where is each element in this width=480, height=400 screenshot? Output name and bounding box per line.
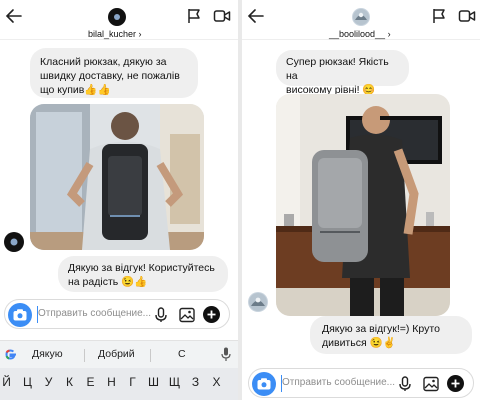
keyboard-suggestions: Дякую Добрий С: [0, 340, 238, 368]
camera-button[interactable]: [8, 303, 32, 327]
flag-icon[interactable]: [430, 7, 448, 25]
message-composer[interactable]: Отправить сообщение...: [4, 299, 230, 329]
left-chat-screen: bilal_kucher › Класний рюкзак, дякую за …: [0, 0, 238, 400]
header-username[interactable]: bilal_kucher ›: [88, 29, 142, 39]
chat-header: __boolilood__ ›: [242, 0, 480, 40]
camera-button[interactable]: [252, 372, 276, 396]
camera-icon: [257, 378, 271, 390]
key[interactable]: З: [186, 375, 205, 389]
key[interactable]: Й: [0, 375, 16, 389]
suggestion-2[interactable]: Добрий: [98, 348, 135, 360]
suggestion-divider: [150, 349, 151, 362]
suggestion-divider: [84, 349, 85, 362]
header-username[interactable]: __boolilood__ ›: [329, 29, 391, 39]
gallery-icon[interactable]: [423, 376, 439, 392]
key[interactable]: К: [60, 375, 79, 389]
video-camera-icon[interactable]: [213, 7, 231, 25]
shared-photo-backpack[interactable]: [276, 94, 450, 316]
key[interactable]: У: [39, 375, 58, 389]
gallery-icon[interactable]: [179, 307, 195, 323]
incoming-message[interactable]: Класний рюкзак, дякую за швидку доставку…: [30, 48, 198, 98]
outgoing-message[interactable]: Дякую за відгук!=) Круто дивиться 😉✌: [310, 316, 472, 354]
suggestion-3[interactable]: С: [178, 348, 186, 360]
camera-icon: [13, 309, 27, 321]
key[interactable]: Ш: [144, 375, 163, 389]
key[interactable]: Х: [207, 375, 226, 389]
keyboard-mic-icon[interactable]: [221, 347, 231, 362]
shared-photo-backpack[interactable]: [30, 104, 204, 250]
outgoing-message[interactable]: Дякую за відгук! Користуйтесь на радість…: [58, 256, 228, 292]
google-g-icon[interactable]: [3, 347, 18, 362]
header-avatar[interactable]: [352, 8, 370, 26]
keyboard-row: Й Ц У К Е Н Г Ш Щ З Х: [0, 368, 238, 400]
suggestion-1[interactable]: Дякую: [32, 348, 63, 360]
key[interactable]: Е: [81, 375, 100, 389]
plus-button[interactable]: [447, 375, 464, 392]
flag-icon[interactable]: [185, 7, 203, 25]
video-camera-icon[interactable]: [458, 7, 476, 25]
chat-header: bilal_kucher ›: [0, 0, 238, 40]
back-arrow-icon[interactable]: [4, 6, 24, 26]
back-arrow-icon[interactable]: [246, 6, 266, 26]
key[interactable]: Н: [102, 375, 121, 389]
right-chat-screen: __boolilood__ › Супер рюкзак! Якість на …: [242, 0, 480, 400]
key[interactable]: Щ: [165, 375, 184, 389]
message-input[interactable]: Отправить сообщение...: [282, 377, 395, 388]
sender-avatar[interactable]: [4, 232, 24, 252]
incoming-message[interactable]: Супер рюкзак! Якість на високому рівні! …: [276, 50, 409, 96]
key[interactable]: Г: [123, 375, 142, 389]
plus-icon: [207, 310, 216, 319]
message-composer[interactable]: Отправить сообщение...: [248, 368, 474, 398]
message-input[interactable]: Отправить сообщение...: [38, 308, 151, 319]
plus-button[interactable]: [203, 306, 220, 323]
sender-avatar[interactable]: [248, 292, 268, 312]
key[interactable]: Ц: [18, 375, 37, 389]
microphone-icon[interactable]: [153, 307, 169, 323]
microphone-icon[interactable]: [397, 376, 413, 392]
plus-icon: [451, 379, 460, 388]
header-avatar[interactable]: [108, 8, 126, 26]
